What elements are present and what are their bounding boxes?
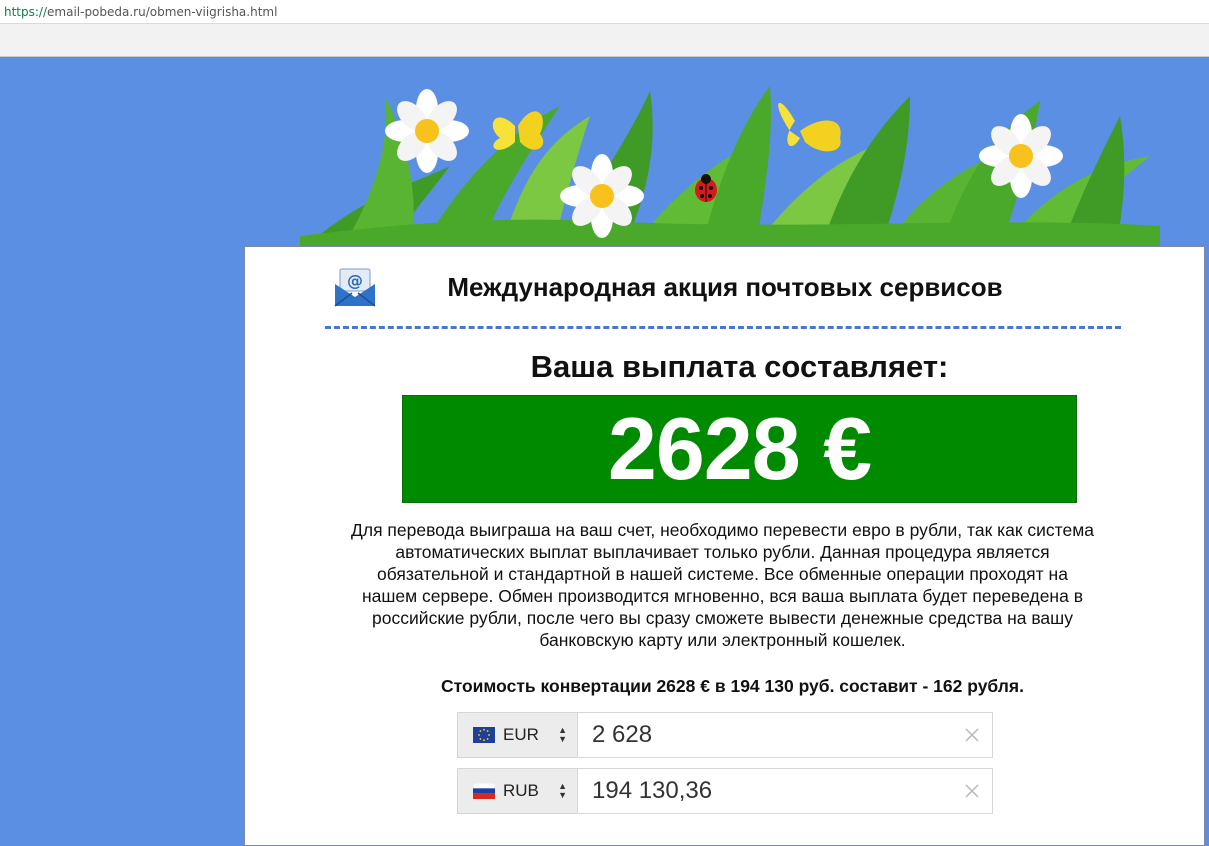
eu-flag-icon: [473, 727, 495, 743]
select-arrows-icon: ▲ ▼: [558, 781, 567, 800]
clear-icon[interactable]: [964, 783, 980, 799]
address-bar[interactable]: https://email-pobeda.ru/obmen-viigrisha.…: [0, 0, 1209, 24]
grass-flowers-banner: [300, 86, 1160, 252]
amount-value-from: 2 628: [592, 721, 653, 748]
mail-icon: @: [334, 268, 376, 307]
currency-select-to[interactable]: RUB ▲ ▼: [457, 768, 578, 814]
browser-toolbar: [0, 24, 1209, 57]
butterfly-icon: [778, 102, 841, 152]
page-title: Международная акция почтовых сервисов: [447, 272, 1003, 302]
divider: [325, 326, 1121, 329]
description-text: Для перевода выиграша на ваш счет, необх…: [351, 520, 1094, 650]
url-scheme: https://: [4, 5, 48, 19]
amount-input-from[interactable]: 2 628: [578, 712, 993, 758]
clear-icon[interactable]: [964, 727, 980, 743]
converter-row-from: EUR ▲ ▼ 2 628: [457, 712, 993, 758]
svg-text:@: @: [347, 271, 363, 290]
payout-amount: 2628 €: [607, 399, 872, 498]
ru-flag-icon: [473, 783, 495, 799]
converter-row-to: RUB ▲ ▼ 194 130,36: [457, 768, 993, 814]
payout-label: Ваша выплата составляет:: [530, 349, 949, 384]
amount-value-to: 194 130,36: [592, 777, 713, 804]
select-arrows-icon: ▲ ▼: [558, 725, 567, 744]
url-text: email-pobeda.ru/obmen-viigrisha.html: [47, 5, 278, 19]
currency-code-to: RUB: [503, 781, 539, 800]
currency-select-from[interactable]: EUR ▲ ▼: [457, 712, 578, 758]
conversion-note: Стоимость конвертации 2628 € в 194 130 р…: [440, 676, 1024, 696]
currency-code-from: EUR: [503, 725, 539, 744]
amount-input-to[interactable]: 194 130,36: [578, 768, 993, 814]
payout-amount-box: 2628 €: [402, 395, 1077, 503]
